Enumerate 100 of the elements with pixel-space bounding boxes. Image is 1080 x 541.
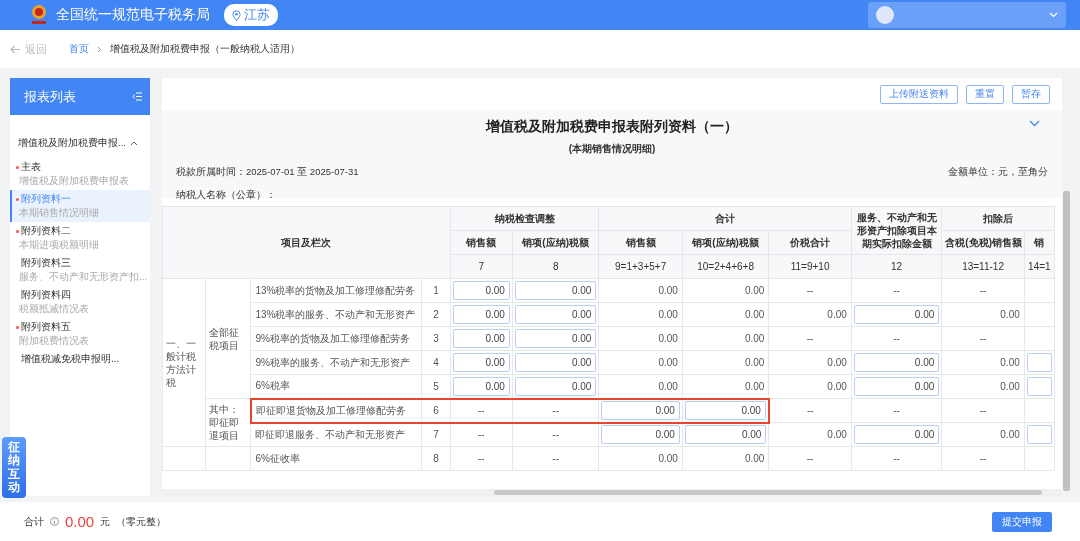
sidebar-item[interactable]: 附列资料三 服务、不动产和无形资产扣... xyxy=(10,254,150,286)
table-cell: -- xyxy=(941,326,1025,351)
table-cell: -- xyxy=(768,446,852,471)
item-name: 附列资料二 xyxy=(21,224,71,238)
table-cell: 0.00 xyxy=(682,302,769,327)
table-cell: 0.00 xyxy=(941,422,1025,447)
table-cell: 0.00 xyxy=(682,278,769,303)
amount-input[interactable]: 0.00 xyxy=(452,376,510,396)
table-cell: 0.00 xyxy=(598,326,683,351)
amount-input[interactable]: 0.00 xyxy=(514,353,597,372)
column-formula: 10=2+4+6+8 xyxy=(682,254,769,279)
item-name: 附列资料三 xyxy=(21,256,71,270)
amount-input[interactable]: 0.00 xyxy=(452,281,510,300)
item-label: 9%税率的货物及加工修理修配劳务 xyxy=(251,326,422,351)
table-cell: 0.00 xyxy=(598,350,683,375)
table-cell: -- xyxy=(450,422,513,447)
sidebar-section[interactable]: 增值税及附加税费申报... xyxy=(10,115,150,158)
sidebar-item[interactable]: 主表 增值税及附加税费申报表 xyxy=(10,158,150,190)
vertical-scrollbar[interactable] xyxy=(1063,191,1070,491)
line-number: 4 xyxy=(421,350,451,375)
table-cell: 0.00 xyxy=(941,374,1025,399)
amount-input[interactable]: 0.00 xyxy=(514,305,597,324)
amount-input[interactable] xyxy=(1026,377,1052,396)
amount-input[interactable]: 0.00 xyxy=(452,353,510,372)
total-label: 合计 xyxy=(24,514,44,529)
amount-input[interactable]: 0.00 xyxy=(601,425,680,445)
amount-input[interactable]: 0.00 xyxy=(514,281,597,300)
breadcrumb-link[interactable]: 首页 xyxy=(69,42,89,56)
required-dot xyxy=(16,165,19,169)
item-description: 增值税及附加税费申报表 xyxy=(18,174,130,188)
sidebar-item[interactable]: 附列资料二 本期进项税额明细 xyxy=(10,222,150,254)
horizontal-scrollbar[interactable] xyxy=(162,489,1062,496)
amount-input[interactable]: 0.00 xyxy=(853,377,940,396)
item-description: 税额抵减情况表 xyxy=(18,302,90,316)
item-name: 主表 xyxy=(21,160,41,174)
amount-input[interactable]: 0.00 xyxy=(684,401,766,420)
location-pin-icon xyxy=(232,9,241,21)
line-number: 7 xyxy=(421,422,451,447)
chat-float-button[interactable]: 征纳互动 xyxy=(2,437,26,498)
form-title: 增值税及附加税费申报表附列资料（一） xyxy=(486,118,738,136)
table-cell: -- xyxy=(941,278,1025,303)
submit-button[interactable]: 提交申报 xyxy=(992,511,1052,532)
table-cell: -- xyxy=(512,422,599,447)
table-cell: 0.00 xyxy=(768,350,852,375)
table-cell: -- xyxy=(941,446,1025,471)
amount-input[interactable]: 0.00 xyxy=(514,329,597,348)
item-description: 本期销售情况明细 xyxy=(18,206,100,220)
caret-icon xyxy=(1049,12,1058,18)
column-header: 销项(应纳)税额 xyxy=(682,230,769,255)
location-selector[interactable]: 江苏 xyxy=(224,4,278,26)
sidebar-item[interactable]: 增值税减免税申报明... xyxy=(10,350,150,368)
item-label: 即征即退货物及加工修理修配劳务 xyxy=(251,398,422,423)
table-cell: 0.00 xyxy=(682,350,769,375)
table-cell: -- xyxy=(450,398,513,423)
collapse-menu-icon[interactable] xyxy=(132,92,142,101)
column-formula: 8 xyxy=(512,254,599,279)
chevron-down-icon[interactable] xyxy=(1029,120,1040,127)
amount-input[interactable]: 0.00 xyxy=(514,376,597,396)
table-cell: 0.00 xyxy=(768,302,852,327)
item-name: 附列资料五 xyxy=(21,320,71,334)
table-cell: -- xyxy=(768,326,852,351)
line-number: 1 xyxy=(421,278,451,303)
user-menu[interactable] xyxy=(868,2,1066,28)
amount-input[interactable]: 0.00 xyxy=(452,329,510,348)
table-cell: -- xyxy=(450,446,513,471)
table-cell: 0.00 xyxy=(941,350,1025,375)
required-dot xyxy=(16,197,19,201)
amount-unit: 金额单位：元，至角分 xyxy=(948,166,1048,179)
back-arrow-icon xyxy=(10,44,21,54)
currency-label: 元 xyxy=(100,514,111,529)
item-name: 增值税减免税申报明... xyxy=(21,352,120,366)
section-label: 一、一般计税方法计税 xyxy=(162,278,206,447)
total-amount: 0.00 xyxy=(65,513,95,530)
amount-input[interactable]: 0.00 xyxy=(684,425,767,445)
toolbar-button[interactable]: 上传附送资料 xyxy=(880,84,958,104)
item-description: 附加税费情况表 xyxy=(18,334,90,348)
amount-input[interactable]: 0.00 xyxy=(853,353,940,372)
amount-input[interactable]: 0.00 xyxy=(452,305,510,324)
item-name: 附列资料一 xyxy=(21,192,71,206)
toolbar-button[interactable]: 重置 xyxy=(966,84,1004,104)
form-subtitle: (本期销售情况明细) xyxy=(567,142,657,156)
column-header: 合计 xyxy=(598,206,852,231)
item-label: 13%税率的货物及加工修理修配劳务 xyxy=(251,278,422,303)
item-label: 即征即退服务、不动产和无形资产 xyxy=(251,422,422,447)
sidebar-item[interactable]: 附列资料四 税额抵减情况表 xyxy=(10,286,150,318)
amount-input[interactable]: 0.00 xyxy=(853,305,940,324)
table-cell: -- xyxy=(768,398,852,423)
sidebar-item[interactable]: 附列资料五 附加税费情况表 xyxy=(10,318,150,350)
amount-input[interactable]: 0.00 xyxy=(853,425,940,444)
line-number: 6 xyxy=(421,398,451,423)
table-cell: -- xyxy=(851,326,942,351)
table-cell: 0.00 xyxy=(598,302,683,327)
table-cell: 0.00 xyxy=(941,302,1025,327)
table-cell: -- xyxy=(768,278,852,303)
toolbar-button[interactable]: 暂存 xyxy=(1012,84,1050,104)
column-formula: 12 xyxy=(851,254,942,279)
amount-input[interactable] xyxy=(1026,425,1052,444)
amount-input[interactable]: 0.00 xyxy=(601,401,680,420)
amount-input[interactable] xyxy=(1026,353,1052,372)
table-cell: -- xyxy=(851,446,942,471)
